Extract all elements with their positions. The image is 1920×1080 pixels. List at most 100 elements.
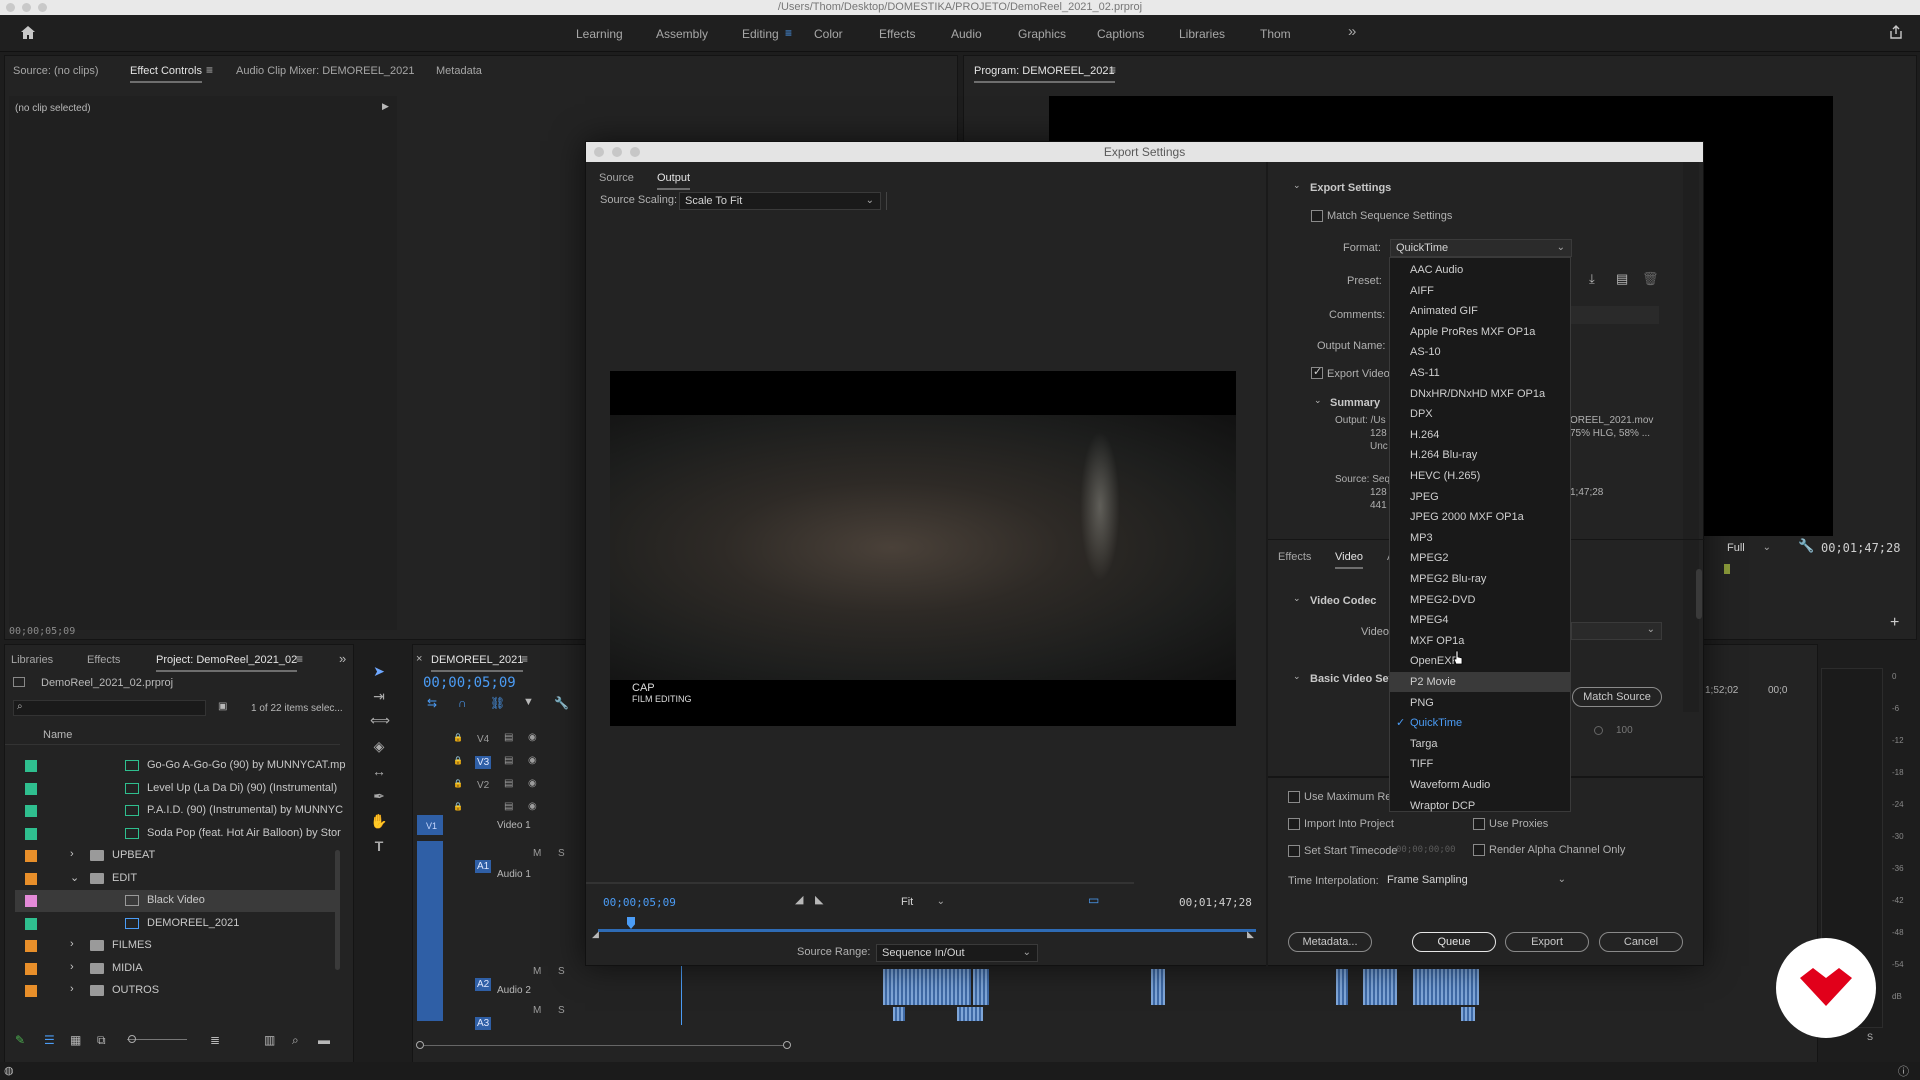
use-proxies-checkbox[interactable] xyxy=(1473,818,1485,830)
settings-scrollbar[interactable] xyxy=(1696,569,1702,619)
format-option[interactable]: MPEG4 xyxy=(1390,610,1570,630)
format-select[interactable]: QuickTime ⌄ xyxy=(1390,239,1572,257)
format-option[interactable]: AAC Audio xyxy=(1390,260,1570,280)
format-option[interactable]: DPX xyxy=(1390,404,1570,424)
razor-tool-icon[interactable]: ◈ xyxy=(370,737,388,755)
track-select-tool-icon[interactable]: ⇥ xyxy=(370,687,388,705)
disclosure-arrow-icon[interactable]: ⌄ xyxy=(70,871,79,884)
label-color-chip[interactable] xyxy=(25,827,37,840)
list-view-icon[interactable]: ☰ xyxy=(44,1033,55,1047)
audio-source-patch[interactable] xyxy=(417,841,443,1021)
selection-tool-icon[interactable]: ➤ xyxy=(370,662,388,680)
source-range-select[interactable]: Sequence In/Out ⌄ xyxy=(876,944,1038,962)
project-search-input[interactable]: ⌕ xyxy=(13,700,206,716)
queue-button[interactable]: Queue xyxy=(1412,932,1496,952)
dialog-close-icon[interactable] xyxy=(594,147,604,157)
list-item[interactable]: Black Video xyxy=(15,890,335,912)
track-target-a2[interactable]: A2 xyxy=(475,978,492,991)
info-icon[interactable]: ⓘ xyxy=(1898,1063,1909,1079)
automate-to-sequence-icon[interactable]: ▥ xyxy=(264,1033,275,1047)
sequence-menu-icon[interactable]: ≡ xyxy=(521,652,528,666)
new-bin-icon[interactable]: ▬ xyxy=(318,1033,330,1047)
v1-source-patch[interactable]: V1 xyxy=(426,821,437,831)
label-color-chip[interactable] xyxy=(25,782,37,795)
label-color-chip[interactable] xyxy=(25,985,37,997)
add-marker-icon[interactable]: ▼ xyxy=(523,696,534,708)
format-option[interactable]: TIFF xyxy=(1390,754,1570,774)
minimize-window-icon[interactable] xyxy=(22,3,31,12)
workspace-captions[interactable]: Captions xyxy=(1097,27,1144,41)
writable-pencil-icon[interactable]: ✎ xyxy=(15,1033,25,1047)
format-option[interactable]: AS-10 xyxy=(1390,342,1570,362)
export-playhead[interactable] xyxy=(627,917,635,929)
workspace-audio[interactable]: Audio xyxy=(951,27,982,41)
track-lock-icon[interactable]: 🔒 xyxy=(453,779,463,788)
list-item[interactable]: Level Up (La Da Di) (90) (Instrumental) xyxy=(15,778,337,800)
label-color-chip[interactable] xyxy=(25,917,37,930)
format-option[interactable]: Wraptor DCP xyxy=(1390,796,1570,816)
list-item[interactable]: DEMOREEL_2021 xyxy=(15,913,335,935)
mute-button[interactable]: M xyxy=(533,1005,541,1016)
format-option[interactable]: OpenEXR xyxy=(1390,651,1570,671)
ripple-edit-tool-icon[interactable]: ⟺ xyxy=(370,711,390,729)
tab-effects[interactable]: Effects xyxy=(87,654,120,666)
tab-project[interactable]: Project: DemoReel_2021_02 xyxy=(156,654,298,672)
column-name[interactable]: Name xyxy=(43,729,72,741)
track-sync-icon[interactable]: ▤ xyxy=(504,801,513,812)
tab-effect-controls[interactable]: Effect Controls xyxy=(130,65,202,83)
format-option[interactable]: JPEG xyxy=(1390,487,1570,507)
format-option[interactable]: MXF OP1a xyxy=(1390,631,1570,651)
close-window-icon[interactable] xyxy=(6,3,15,12)
nest-icon[interactable]: ⇆ xyxy=(427,696,437,710)
timeline-timecode[interactable]: 00;00;05;09 xyxy=(423,675,516,691)
share-icon[interactable] xyxy=(1888,24,1904,40)
timeline-zoom-scrollbar[interactable] xyxy=(413,1038,1743,1052)
dialog-minimize-icon[interactable] xyxy=(612,147,622,157)
zoom-slider-thumb[interactable] xyxy=(128,1035,136,1043)
import-preset-icon[interactable]: ▤ xyxy=(1616,271,1628,287)
workspace-overflow-icon[interactable]: » xyxy=(1348,23,1356,40)
workspace-color[interactable]: Color xyxy=(814,27,843,41)
format-option[interactable]: JPEG 2000 MXF OP1a xyxy=(1390,507,1570,527)
basic-video-collapse-icon[interactable]: ⌄ xyxy=(1293,671,1301,682)
import-project-checkbox[interactable] xyxy=(1288,818,1300,830)
new-bin-from-search-icon[interactable]: ▣ xyxy=(218,701,227,712)
workspace-assembly[interactable]: Assembly xyxy=(656,27,708,41)
workspace-libraries[interactable]: Libraries xyxy=(1179,27,1225,41)
match-sequence-checkbox[interactable] xyxy=(1311,210,1323,222)
cancel-button[interactable]: Cancel xyxy=(1599,932,1683,952)
format-option[interactable]: ✓ QuickTime xyxy=(1390,713,1570,733)
audio-clip[interactable] xyxy=(893,1007,905,1021)
audio-clip[interactable] xyxy=(957,1007,983,1021)
audio-clip[interactable] xyxy=(973,969,989,1005)
source-range-bar[interactable] xyxy=(598,929,1256,932)
timeline-settings-icon[interactable]: 🔧 xyxy=(554,696,569,710)
bin-item[interactable]: › FILMES xyxy=(15,935,335,957)
format-option[interactable]: MPEG2 Blu-ray xyxy=(1390,569,1570,589)
disclosure-arrow-icon[interactable]: › xyxy=(70,938,74,950)
video-codec-select[interactable]: ⌄ xyxy=(1571,622,1662,640)
find-icon[interactable]: ⌕ xyxy=(292,1033,299,1048)
tab-dialog-source[interactable]: Source xyxy=(599,172,634,184)
format-option[interactable]: MP3 xyxy=(1390,528,1570,548)
label-color-chip[interactable] xyxy=(25,760,37,772)
aspect-ratio-icon[interactable]: ▭ xyxy=(1088,893,1099,907)
track-target-a3[interactable]: A3 xyxy=(475,1017,492,1030)
workspace-graphics[interactable]: Graphics xyxy=(1018,27,1066,41)
label-color-chip[interactable] xyxy=(25,895,37,907)
export-current-timecode[interactable]: 00;00;05;09 xyxy=(603,896,676,909)
video-codec-collapse-icon[interactable]: ⌄ xyxy=(1293,593,1301,604)
track-target-a1[interactable]: A1 xyxy=(475,860,492,873)
bin-item[interactable]: › UPBEAT xyxy=(15,845,335,867)
zoom-handle-left[interactable] xyxy=(416,1041,424,1049)
snap-icon[interactable]: ∩ xyxy=(458,696,467,710)
delete-preset-icon[interactable]: 🗑 xyxy=(1642,271,1659,287)
expand-arrow-icon[interactable]: ▶ xyxy=(382,101,389,112)
list-item[interactable]: P.A.I.D. (90) (Instrumental) by MUNNYC xyxy=(15,800,343,822)
bin-item[interactable]: ⌄ EDIT xyxy=(15,868,335,890)
audio-clip[interactable] xyxy=(1363,969,1397,1005)
mute-button[interactable]: M xyxy=(533,966,541,977)
label-color-chip[interactable] xyxy=(25,962,37,975)
zoom-slider[interactable] xyxy=(127,1039,187,1040)
match-source-button[interactable]: Match Source xyxy=(1572,687,1662,707)
